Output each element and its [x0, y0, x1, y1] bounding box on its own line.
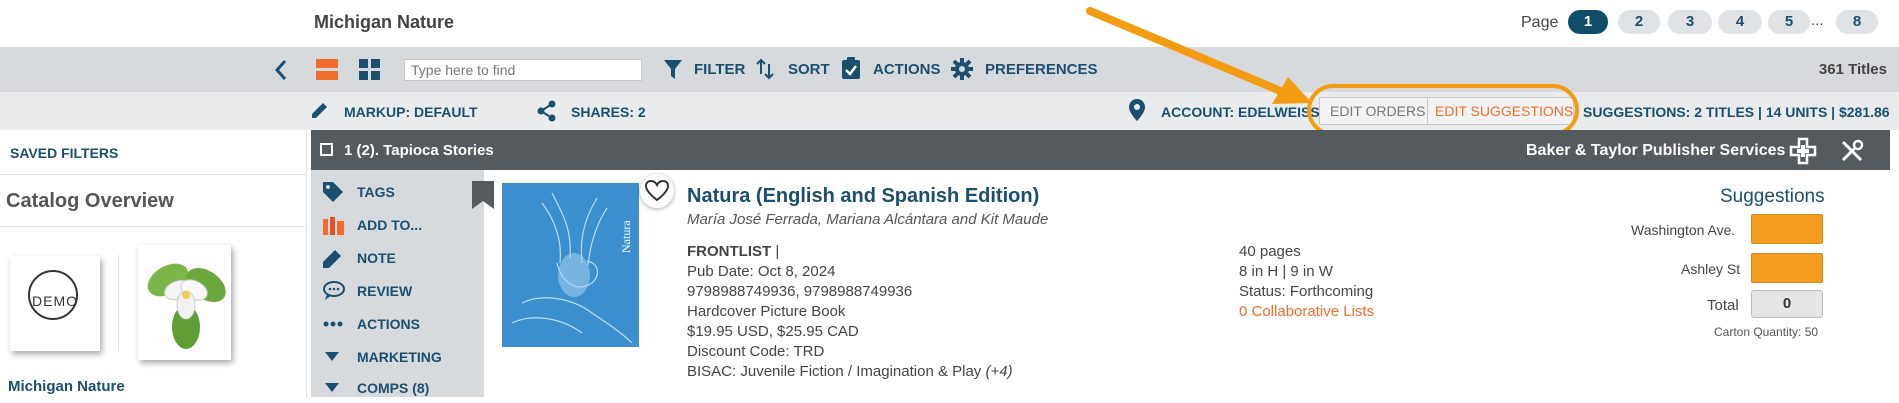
more-actions-action[interactable]: ACTIONS	[323, 314, 420, 334]
filter-icon[interactable]	[664, 60, 682, 80]
cover-title-text: Natura	[619, 220, 633, 253]
grid-view-icon[interactable]	[359, 59, 381, 81]
pencil-icon[interactable]	[310, 100, 330, 120]
page-8-button[interactable]: 8	[1836, 10, 1878, 34]
carton-quantity: Carton Quantity: 50	[1714, 325, 1819, 339]
pub-date: Pub Date: Oct 8, 2024	[687, 263, 836, 280]
note-label: NOTE	[357, 250, 396, 266]
list-view-icon[interactable]	[316, 59, 338, 81]
demo-logo-text: DEMO	[32, 293, 78, 309]
divider	[0, 174, 306, 175]
actions-label: ACTIONS	[357, 316, 420, 332]
thumbnail-divider	[118, 255, 119, 350]
note-action[interactable]: NOTE	[323, 248, 396, 268]
total-label: Total	[1707, 297, 1739, 314]
catalog-link[interactable]: Michigan Nature	[8, 378, 125, 395]
top-header	[0, 0, 1899, 46]
suggestions-heading: Suggestions	[1720, 186, 1825, 207]
markup-button[interactable]: MARKUP: DEFAULT	[344, 104, 478, 120]
marketing-label: MARKETING	[357, 349, 442, 365]
dimensions: 8 in H | 9 in W	[1239, 263, 1333, 280]
publisher-name: Baker & Taylor Publisher Services	[1526, 142, 1786, 159]
suggestion-row-label: Washington Ave.	[1631, 222, 1736, 238]
bisac-line: BISAC: Juvenile Fiction / Imagination & …	[687, 363, 1013, 380]
page-2-button[interactable]: 2	[1618, 10, 1660, 34]
book-authors: María José Ferrada, Mariana Alcántara an…	[687, 211, 1049, 228]
sort-button[interactable]: SORT	[788, 61, 830, 78]
title-bar-text: 1 (2). Tapioca Stories	[344, 142, 494, 159]
titles-count: 361 Titles	[1818, 61, 1887, 78]
share-icon[interactable]	[537, 100, 557, 122]
format: Hardcover Picture Book	[687, 303, 846, 320]
discount-code: Discount Code: TRD	[687, 343, 825, 360]
bookmark-icon[interactable]	[472, 181, 494, 209]
collapse-chevron-icon[interactable]	[274, 59, 288, 81]
book-title-link[interactable]: Natura (English and Spanish Edition)	[687, 185, 1039, 208]
ashley-quantity-input[interactable]	[1751, 253, 1823, 283]
favorite-button[interactable]	[640, 174, 674, 208]
sort-icon[interactable]	[756, 58, 774, 80]
add-to-label: ADD TO...	[357, 217, 423, 233]
bisac-more-link[interactable]: (+4)	[985, 363, 1012, 380]
review-label: REVIEW	[357, 283, 413, 299]
review-action[interactable]: REVIEW	[323, 281, 412, 301]
collaborative-lists-link[interactable]: 0 Collaborative Lists	[1239, 303, 1374, 320]
add-to-action[interactable]: ADD TO...	[323, 215, 422, 235]
heart-icon	[644, 179, 670, 202]
page-3-button[interactable]: 3	[1668, 10, 1712, 34]
clipboard-check-icon[interactable]	[842, 57, 860, 79]
title-select-checkbox[interactable]	[320, 143, 333, 156]
comps-action[interactable]: COMPS (8)	[323, 378, 429, 398]
page-count: 40 pages	[1239, 243, 1301, 260]
catalog-overview-heading: Catalog Overview	[6, 190, 174, 212]
bisac-text: BISAC: Juvenile Fiction / Imagination & …	[687, 363, 982, 380]
suggestion-row-label: Ashley St	[1681, 261, 1741, 277]
page-1-button[interactable]: 1	[1568, 10, 1608, 34]
tags-label: TAGS	[357, 184, 395, 200]
page-ellipsis: ...	[1811, 12, 1824, 29]
suggestions-summary: SUGGESTIONS: 2 TITLES | 14 UNITS | $281.…	[1583, 104, 1890, 120]
frontlist-label: FRONTLIST	[687, 243, 772, 260]
caret-down-icon	[325, 352, 339, 361]
filter-button[interactable]: FILTER	[694, 61, 745, 78]
caret-down-icon	[325, 383, 339, 392]
isbns: 9798988749936, 9798988749936	[687, 283, 913, 300]
tag-icon	[323, 182, 343, 202]
frontlist-line: FRONTLIST |	[687, 243, 779, 260]
speech-bubble-icon	[323, 281, 345, 300]
comps-label: COMPS (8)	[357, 380, 430, 396]
annotation-arrow	[1086, 7, 1312, 104]
medical-cross-icon[interactable]	[1789, 137, 1817, 165]
status: Status: Forthcoming	[1239, 283, 1374, 300]
pencil-icon	[323, 250, 341, 268]
actions-button[interactable]: ACTIONS	[873, 61, 941, 78]
trillium-image-card[interactable]	[138, 245, 231, 360]
page-5-button[interactable]: 5	[1768, 10, 1810, 34]
gear-icon[interactable]	[951, 58, 973, 80]
saved-filters-link[interactable]: SAVED FILTERS	[10, 145, 118, 161]
trillium-flower-icon	[147, 263, 226, 349]
washington-quantity-input[interactable]	[1751, 214, 1823, 244]
shares-button[interactable]: SHARES: 2	[571, 104, 646, 120]
total-value: 0	[1751, 290, 1823, 318]
tags-action[interactable]: TAGS	[323, 182, 395, 202]
highlight-oval	[1307, 84, 1579, 136]
book-cover-image[interactable]: Natura	[502, 183, 639, 347]
tools-icon[interactable]	[1840, 139, 1864, 163]
frontlist-separator: |	[775, 243, 780, 260]
price: $19.95 USD, $25.95 CAD	[687, 323, 859, 340]
page-4-button[interactable]: 4	[1718, 10, 1762, 34]
page-label: Page	[1521, 14, 1559, 31]
catalog-title: Michigan Nature	[314, 12, 455, 32]
divider	[0, 226, 306, 227]
marketing-action[interactable]: MARKETING	[323, 347, 442, 367]
ellipsis-icon	[323, 321, 343, 327]
books-icon	[323, 217, 344, 235]
search-input[interactable]	[404, 59, 642, 81]
